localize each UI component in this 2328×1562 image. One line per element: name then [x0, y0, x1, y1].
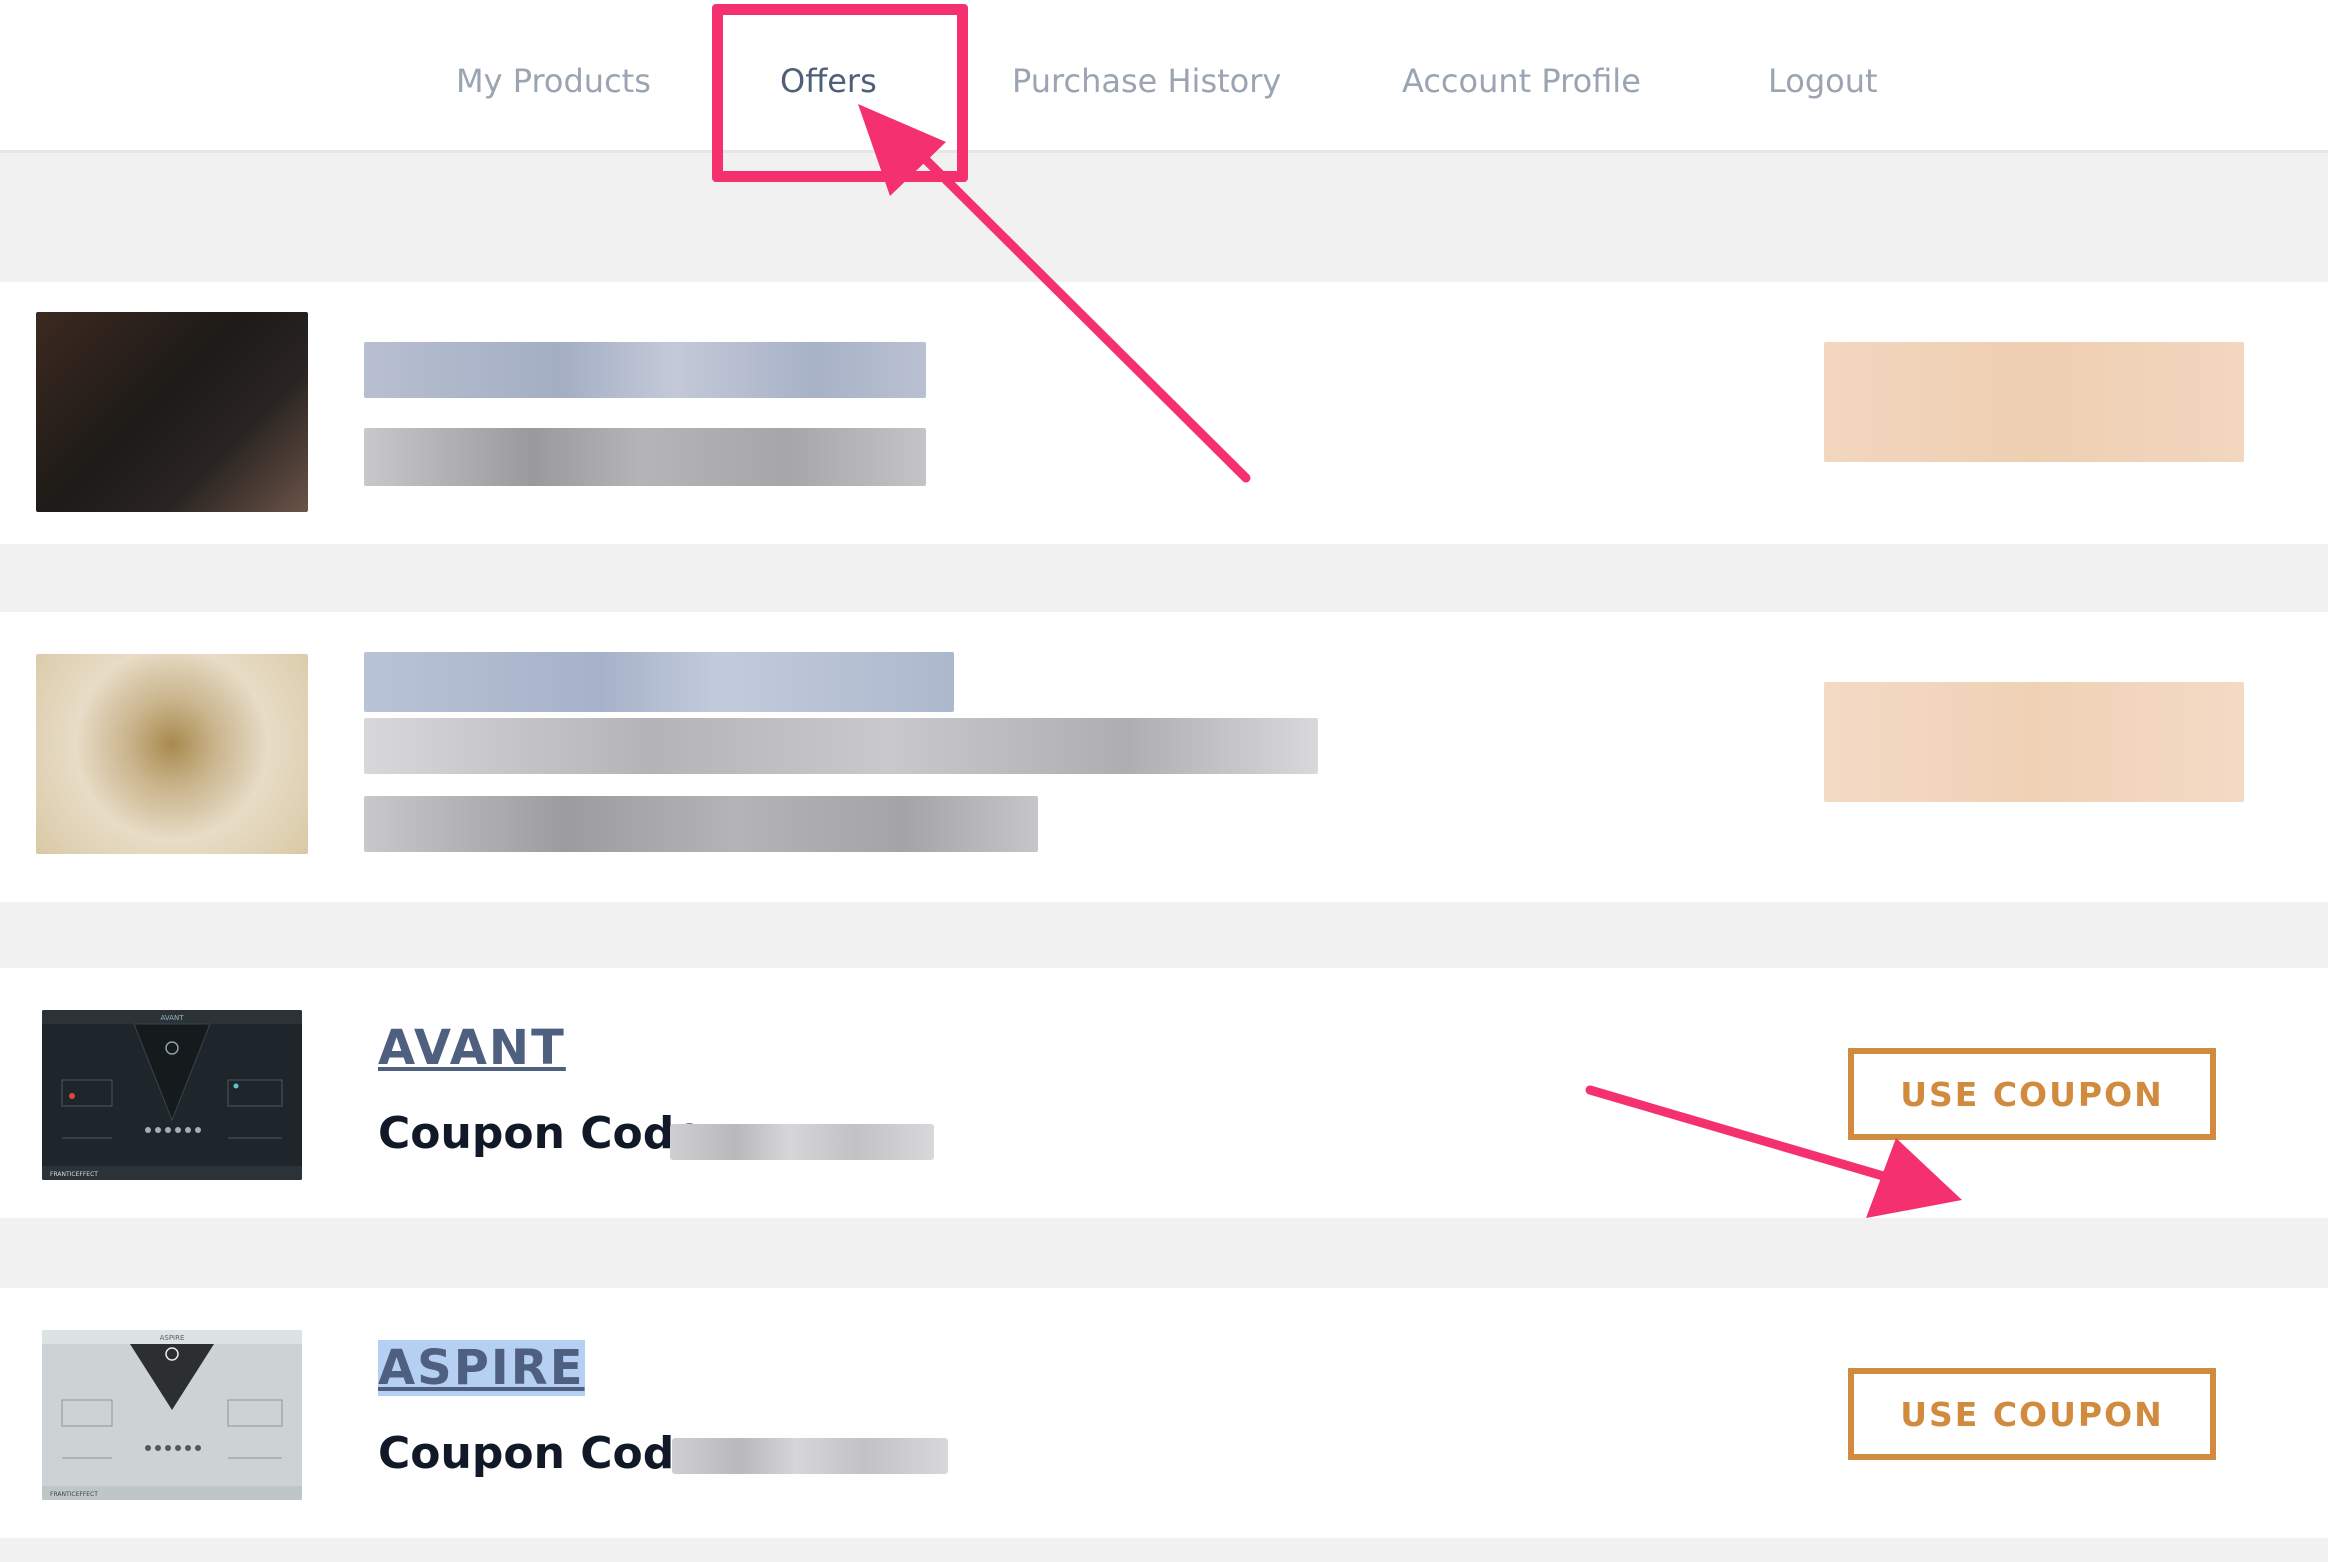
redacted-title — [364, 652, 954, 712]
offer-card-redacted-1 — [0, 282, 2328, 544]
thumbnail-title: AVANT — [161, 1014, 185, 1022]
top-navigation: My Products Offers Purchase History Acco… — [0, 0, 2328, 153]
offer-card-aspire: ASPIRE FRANTICEFFECT ASPIRE Coupon Code:… — [0, 1288, 2328, 1538]
use-coupon-button-aspire[interactable]: USE COUPON — [1848, 1368, 2216, 1460]
thumbnail-title: ASPIRE — [160, 1334, 185, 1342]
nav-purchase-history[interactable]: Purchase History — [1012, 62, 1281, 100]
product-thumbnail-aspire: ASPIRE FRANTICEFFECT — [42, 1330, 302, 1500]
thumbnail-brand: FRANTICEFFECT — [50, 1491, 98, 1498]
nav-my-products[interactable]: My Products — [456, 62, 651, 100]
product-thumbnail-avant: AVANT FRANTICEFFECT — [42, 1010, 302, 1180]
nav-account-profile[interactable]: Account Profile — [1402, 62, 1641, 100]
redacted-button — [1824, 342, 2244, 462]
offer-card-avant: AVANT FRANTICEFFECT AVANT Coupon Code: U… — [0, 968, 2328, 1218]
product-title-avant[interactable]: AVANT — [378, 1020, 566, 1076]
redacted-thumbnail — [36, 654, 308, 854]
coupon-code-redacted — [672, 1438, 948, 1474]
redacted-description — [364, 718, 1318, 774]
use-coupon-button-avant[interactable]: USE COUPON — [1848, 1048, 2216, 1140]
redacted-thumbnail — [36, 312, 308, 512]
nav-logout[interactable]: Logout — [1768, 62, 1878, 100]
redacted-subtitle — [364, 796, 1038, 852]
offer-card-redacted-2 — [0, 612, 2328, 902]
thumbnail-brand: FRANTICEFFECT — [50, 1171, 98, 1178]
coupon-code-redacted — [670, 1124, 934, 1160]
annotation-highlight-box — [712, 4, 968, 182]
redacted-subtitle — [364, 428, 926, 486]
redacted-title — [364, 342, 926, 398]
redacted-button — [1824, 682, 2244, 802]
coupon-code-label: Coupon Code: — [378, 1428, 722, 1479]
product-title-aspire[interactable]: ASPIRE — [378, 1340, 585, 1396]
